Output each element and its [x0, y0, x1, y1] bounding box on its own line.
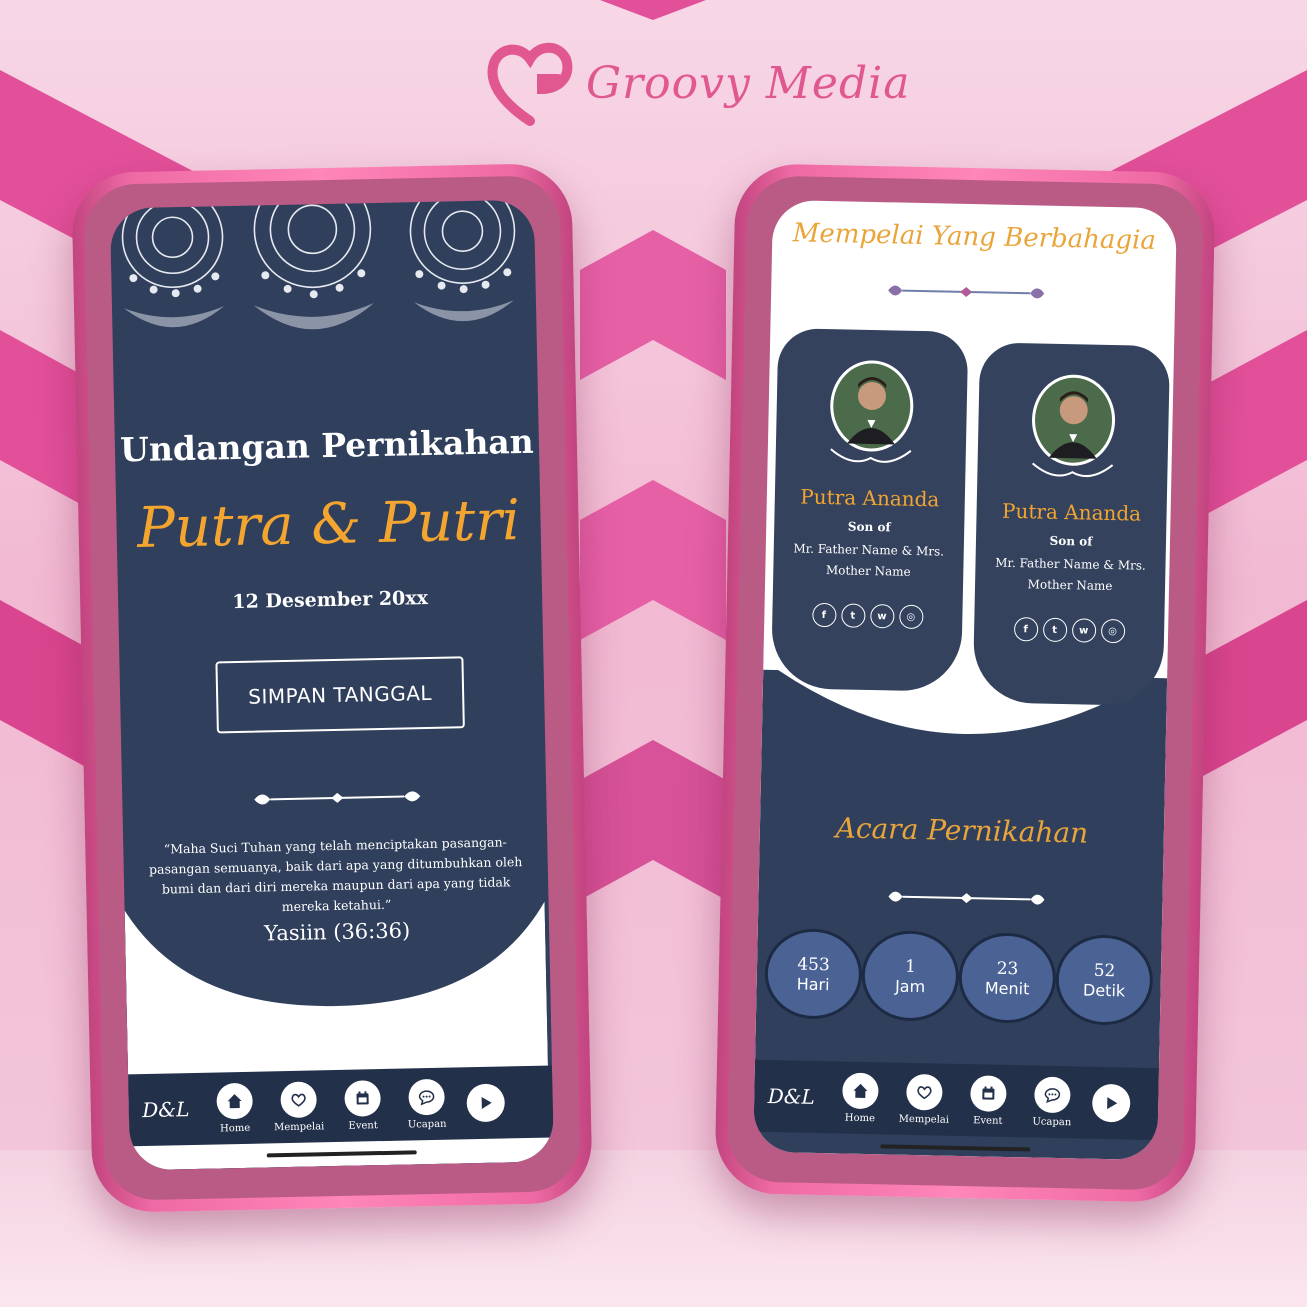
- couple-section-title: Mempelai Yang Berbahagia: [792, 218, 1157, 256]
- wedding-date: 12 Desember 20xx: [232, 586, 429, 614]
- nav-mempelai[interactable]: Mempelai: [266, 1080, 331, 1133]
- calendar-icon: [982, 1085, 995, 1100]
- nav-logo[interactable]: D&L: [129, 1097, 203, 1123]
- couple-names: Putra & Putri: [136, 488, 521, 562]
- nav-home[interactable]: Home: [828, 1072, 893, 1124]
- play-icon: [1107, 1097, 1118, 1110]
- instagram-icon[interactable]: ◎: [1100, 618, 1125, 644]
- countdown-unit: Jam: [894, 976, 926, 996]
- ornament-divider-icon: [888, 891, 1045, 905]
- music-play-button[interactable]: [466, 1083, 506, 1123]
- nav-label: Mempelai: [898, 1113, 950, 1126]
- phone-right: Mempelai Yang Berbahagia Putra Ananda So…: [714, 163, 1216, 1203]
- countdown-unit: Hari: [796, 974, 830, 994]
- groom-name: Putra Ananda: [800, 484, 940, 512]
- facebook-icon[interactable]: f: [1013, 617, 1038, 642]
- play-icon: [481, 1096, 492, 1109]
- nav-label: Event: [348, 1119, 378, 1132]
- heart-g-logo-icon: [487, 42, 573, 126]
- nav-label: Event: [973, 1114, 1003, 1127]
- instagram-icon[interactable]: ◎: [898, 604, 924, 630]
- invitation-title: Undangan Pernikahan: [119, 421, 535, 470]
- heart-icon: [291, 1093, 306, 1107]
- heart-icon: [917, 1085, 932, 1099]
- ornament-divider-icon: [888, 285, 1045, 299]
- whatsapp-icon[interactable]: w: [1071, 618, 1096, 643]
- mandala-ornament-icon: [121, 199, 516, 330]
- groom-card: Putra Ananda Son of Mr. Father Name & Mr…: [770, 328, 969, 692]
- nav-logo[interactable]: D&L: [754, 1084, 828, 1110]
- nav-label: Home: [844, 1112, 876, 1124]
- bottom-nav: D&L Home Mempelai Event Ucapan: [753, 1059, 1159, 1141]
- countdown-unit: Menit: [984, 977, 1030, 998]
- countdown: 453 Hari 1 Jam 23 Menit 52 Detik: [763, 927, 1154, 1026]
- nav-label: Home: [220, 1122, 251, 1134]
- nav-ucapan[interactable]: Ucapan: [1020, 1076, 1085, 1128]
- nav-home[interactable]: Home: [202, 1082, 267, 1134]
- social-links: f t w ◎: [772, 602, 962, 630]
- nav-event[interactable]: Event: [956, 1074, 1021, 1126]
- brand: Groovy Media: [480, 28, 910, 138]
- bride-photo: [1031, 374, 1116, 478]
- home-icon: [853, 1083, 868, 1098]
- countdown-seconds: 52 Detik: [1054, 933, 1154, 1026]
- nav-event[interactable]: Event: [330, 1079, 395, 1131]
- groom-photo: [830, 360, 914, 463]
- calendar-icon: [356, 1090, 369, 1105]
- bride-relation: Son of: [1049, 533, 1093, 549]
- social-links: f t w ◎: [974, 616, 1164, 644]
- countdown-value: 453: [797, 954, 830, 975]
- twitter-icon[interactable]: t: [1042, 617, 1067, 643]
- countdown-days: 453 Hari: [763, 927, 863, 1020]
- bride-card: Putra Ananda Son of Mr. Father Name & Mr…: [972, 342, 1171, 707]
- home-icon: [227, 1093, 242, 1108]
- screen-opening: Undangan Pernikahan Putra & Putri 12 Des…: [109, 199, 554, 1171]
- nav-label: Ucapan: [407, 1118, 447, 1131]
- chat-icon: [1044, 1087, 1061, 1103]
- brand-name: Groovy Media: [586, 57, 911, 109]
- countdown-minutes: 23 Menit: [957, 931, 1057, 1024]
- music-play-button[interactable]: [1091, 1083, 1131, 1123]
- countdown-hours: 1 Jam: [860, 929, 960, 1022]
- bride-name: Putra Ananda: [1001, 498, 1142, 526]
- bottom-nav: D&L Home Mempelai Event Ucapan: [128, 1065, 554, 1147]
- screen-couple: Mempelai Yang Berbahagia Putra Ananda So…: [753, 199, 1177, 1161]
- nav-label: Mempelai: [273, 1120, 325, 1133]
- whatsapp-icon[interactable]: w: [869, 603, 895, 629]
- groom-parents: Mr. Father Name & Mrs. Mother Name: [793, 541, 945, 579]
- nav-ucapan[interactable]: Ucapan: [394, 1078, 459, 1130]
- save-date-button[interactable]: SIMPAN TANGGAL: [215, 656, 465, 734]
- countdown-value: 1: [904, 956, 917, 977]
- twitter-icon[interactable]: t: [840, 603, 866, 628]
- nav-mempelai[interactable]: Mempelai: [892, 1073, 957, 1125]
- facebook-icon[interactable]: f: [811, 602, 837, 628]
- countdown-value: 23: [996, 958, 1019, 979]
- countdown-value: 52: [1093, 960, 1116, 981]
- chat-icon: [418, 1089, 435, 1105]
- ornament-divider-icon: [254, 791, 421, 805]
- countdown-unit: Detik: [1082, 980, 1126, 1000]
- groom-relation: Son of: [847, 519, 891, 535]
- phone-left: Undangan Pernikahan Putra & Putri 12 Des…: [71, 162, 593, 1214]
- nav-label: Ucapan: [1032, 1116, 1072, 1128]
- bride-parents: Mr. Father Name & Mrs. Mother Name: [995, 555, 1146, 594]
